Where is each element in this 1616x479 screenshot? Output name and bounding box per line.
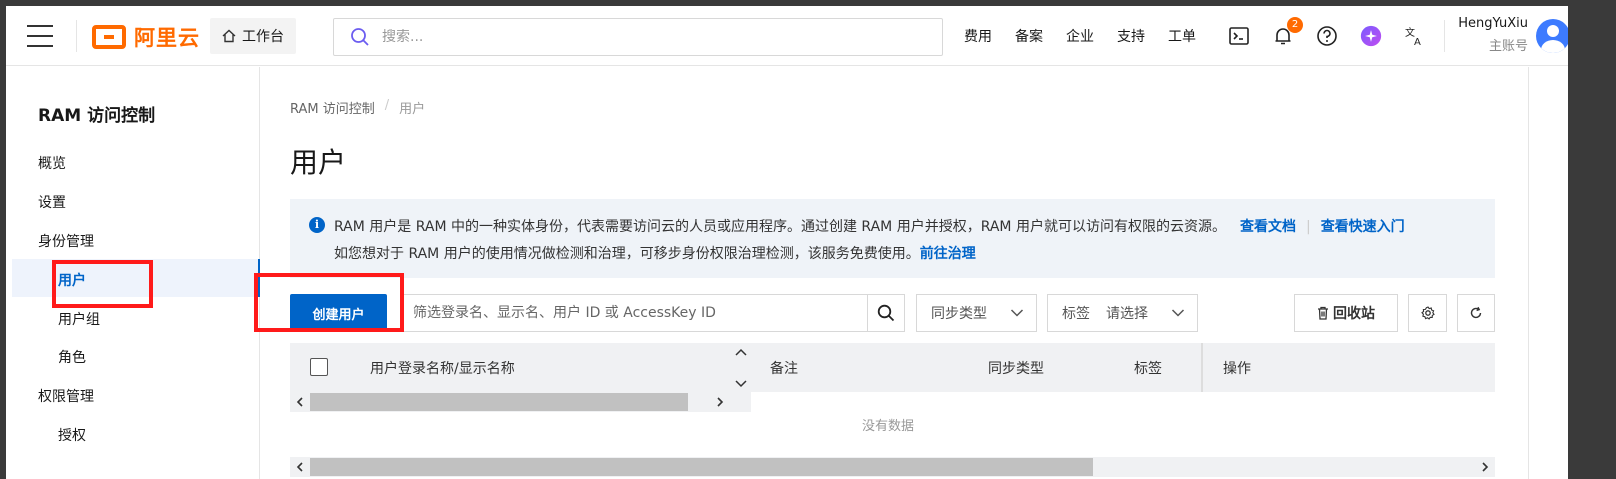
chevron-right-icon[interactable] bbox=[715, 397, 725, 407]
settings-button[interactable] bbox=[1408, 294, 1447, 332]
top-bar: 阿里云 工作台 费用 备案 企业 支持 工单 2 bbox=[6, 6, 1568, 66]
sync-type-select[interactable]: 同步类型 bbox=[916, 294, 1037, 332]
terminal-icon[interactable] bbox=[1228, 25, 1250, 47]
users-table: 用户登录名称/显示名称 备注 同步类型 标签 操作 没有数据 bbox=[290, 343, 1495, 479]
sidebar-item-roles[interactable]: 角色 bbox=[58, 347, 86, 367]
recycle-bin-button[interactable]: 回收站 bbox=[1294, 294, 1398, 332]
toolbar: 创建用户 同步类型 标签 请选择 回收站 bbox=[290, 293, 1495, 333]
col-actions: 操作 bbox=[1223, 361, 1251, 377]
chevron-down-icon bbox=[1010, 309, 1024, 317]
empty-state: 没有数据 bbox=[862, 419, 915, 434]
user-info[interactable]: HengYuXiu 主账号 bbox=[1454, 16, 1528, 54]
user-name: HengYuXiu bbox=[1458, 16, 1528, 31]
info-icon: i bbox=[309, 217, 325, 233]
page-title: 用户 bbox=[290, 146, 347, 179]
user-filter-input[interactable] bbox=[402, 294, 868, 332]
search-icon bbox=[351, 28, 369, 46]
menu-icon[interactable] bbox=[27, 25, 53, 47]
filter-search-button[interactable] bbox=[867, 294, 905, 332]
nav-fees[interactable]: 费用 bbox=[964, 26, 992, 46]
info-text-2: 如您想对于 RAM 用户的使用情况做检测和治理，可移步身份权限治理检测，该服务免… bbox=[334, 246, 920, 262]
sidebar-item-user-groups[interactable]: 用户组 bbox=[58, 309, 100, 329]
sidebar: RAM 访问控制 概览 设置 身份管理 用户 用户组 角色 权限管理 授权 bbox=[6, 67, 260, 479]
workbench-label: 工作台 bbox=[242, 29, 284, 45]
aliyun-logo[interactable]: 阿里云 bbox=[92, 22, 200, 52]
sort-icon[interactable] bbox=[735, 347, 747, 389]
logo-text: 阿里云 bbox=[134, 26, 200, 50]
col-tags: 标签 bbox=[1134, 361, 1162, 377]
chevron-left-icon[interactable] bbox=[295, 397, 305, 407]
info-text-1: RAM 用户是 RAM 中的一种实体身份，代表需要访问云的人员或应用程序。通过创… bbox=[334, 219, 1226, 235]
sidebar-item-users[interactable]: 用户 bbox=[58, 270, 86, 290]
sidebar-item-permissions[interactable]: 权限管理 bbox=[38, 386, 94, 406]
sidebar-item-grants[interactable]: 授权 bbox=[58, 425, 86, 445]
create-user-button[interactable]: 创建用户 bbox=[290, 294, 387, 332]
tag-select[interactable]: 标签 请选择 bbox=[1047, 294, 1198, 332]
breadcrumb: RAM 访问控制 / 用户 bbox=[290, 98, 425, 117]
sidebar-item-identity[interactable]: 身份管理 bbox=[38, 231, 94, 251]
bell-icon[interactable]: 2 bbox=[1272, 17, 1303, 47]
breadcrumb-ram[interactable]: RAM 访问控制 bbox=[290, 98, 375, 117]
breadcrumb-separator: / bbox=[384, 98, 390, 113]
notification-badge: 2 bbox=[1287, 17, 1303, 33]
nav-support[interactable]: 支持 bbox=[1117, 26, 1145, 46]
col-remark: 备注 bbox=[770, 361, 798, 377]
sidebar-item-settings[interactable]: 设置 bbox=[38, 192, 66, 212]
divider bbox=[1444, 20, 1445, 52]
tag-label: 标签 bbox=[1062, 306, 1090, 322]
view-docs-link[interactable]: 查看文档 bbox=[1240, 219, 1296, 235]
tag-placeholder: 请选择 bbox=[1106, 306, 1148, 322]
console-app: 阿里云 工作台 费用 备案 企业 支持 工单 2 bbox=[0, 6, 1568, 479]
help-icon[interactable] bbox=[1316, 25, 1338, 47]
trash-icon bbox=[1318, 306, 1328, 320]
sidebar-title: RAM 访问控制 bbox=[38, 106, 156, 126]
scrollbar-thumb[interactable] bbox=[310, 393, 688, 411]
breadcrumb-current: 用户 bbox=[399, 102, 426, 117]
nav-enterprise[interactable]: 企业 bbox=[1066, 26, 1094, 46]
logo-mark-icon bbox=[92, 25, 126, 49]
user-role: 主账号 bbox=[1488, 39, 1528, 54]
global-search[interactable] bbox=[333, 18, 943, 56]
chevron-right-icon[interactable] bbox=[1480, 462, 1490, 472]
column-divider bbox=[1201, 343, 1203, 392]
info-line-1: RAM 用户是 RAM 中的一种实体身份，代表需要访问云的人员或应用程序。通过创… bbox=[310, 214, 1475, 241]
svg-text:A: A bbox=[1414, 37, 1421, 47]
info-line-2: 如您想对于 RAM 用户的使用情况做检测和治理，可移步身份权限治理检测，该服务免… bbox=[310, 241, 1475, 268]
refresh-icon bbox=[1470, 306, 1482, 319]
divider bbox=[76, 20, 77, 52]
recycle-bin-label: 回收站 bbox=[1333, 306, 1375, 322]
home-icon bbox=[222, 29, 236, 43]
go-govern-link[interactable]: 前往治理 bbox=[920, 246, 976, 262]
nav-ticket[interactable]: 工单 bbox=[1168, 26, 1196, 46]
top-nav: 费用 备案 企业 支持 工单 bbox=[964, 6, 1196, 66]
link-separator: | bbox=[1305, 219, 1311, 235]
main-content: RAM 访问控制 / 用户 用户 i RAM 用户是 RAM 中的一种实体身份，… bbox=[261, 67, 1528, 479]
language-icon[interactable]: 文A bbox=[1404, 25, 1426, 47]
ai-assistant-icon[interactable] bbox=[1360, 25, 1382, 47]
sidebar-item-overview[interactable]: 概览 bbox=[38, 153, 66, 173]
select-all-checkbox[interactable] bbox=[310, 358, 328, 376]
col-sync-type: 同步类型 bbox=[988, 361, 1044, 377]
refresh-button[interactable] bbox=[1457, 294, 1495, 332]
nav-filing[interactable]: 备案 bbox=[1015, 26, 1043, 46]
search-icon bbox=[877, 304, 895, 322]
workbench-button[interactable]: 工作台 bbox=[210, 18, 296, 54]
table-header: 用户登录名称/显示名称 备注 同步类型 标签 操作 bbox=[290, 343, 1495, 392]
global-search-input[interactable] bbox=[382, 29, 922, 45]
chevron-down-icon bbox=[1171, 309, 1185, 317]
sidebar-active-bg bbox=[12, 259, 260, 297]
chevron-left-icon[interactable] bbox=[295, 462, 305, 472]
sync-type-label: 同步类型 bbox=[931, 306, 987, 322]
page-right-border bbox=[1528, 67, 1529, 479]
top-icons: 2 文A bbox=[1228, 6, 1426, 66]
quick-start-link[interactable]: 查看快速入门 bbox=[1321, 219, 1405, 235]
avatar[interactable] bbox=[1536, 19, 1568, 53]
gear-icon bbox=[1420, 306, 1435, 320]
info-banner: i RAM 用户是 RAM 中的一种实体身份，代表需要访问云的人员或应用程序。通… bbox=[290, 199, 1495, 278]
col-login-name: 用户登录名称/显示名称 bbox=[370, 361, 515, 377]
scrollbar-thumb[interactable] bbox=[310, 458, 1093, 476]
